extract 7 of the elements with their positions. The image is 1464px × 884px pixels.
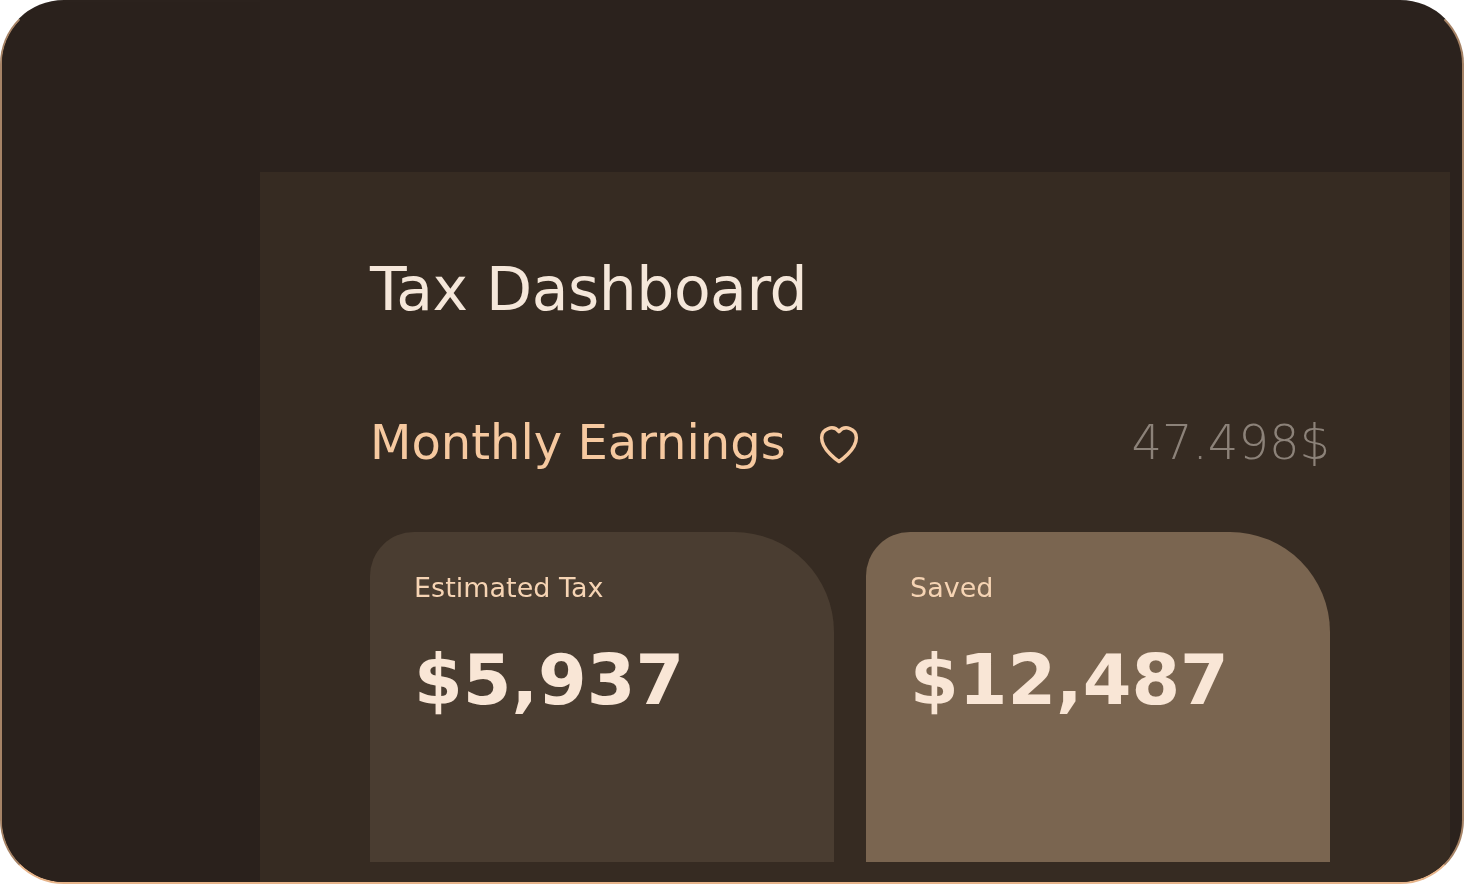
card-value: $12,487 [910, 639, 1229, 721]
card-value: $5,937 [414, 639, 685, 721]
page-title: Tax Dashboard [370, 256, 809, 322]
earnings-amount: 47.498$ [1131, 414, 1330, 470]
card-label: Saved [910, 572, 994, 603]
section-title: Monthly Earnings [370, 414, 786, 470]
card-label: Estimated Tax [414, 572, 604, 603]
